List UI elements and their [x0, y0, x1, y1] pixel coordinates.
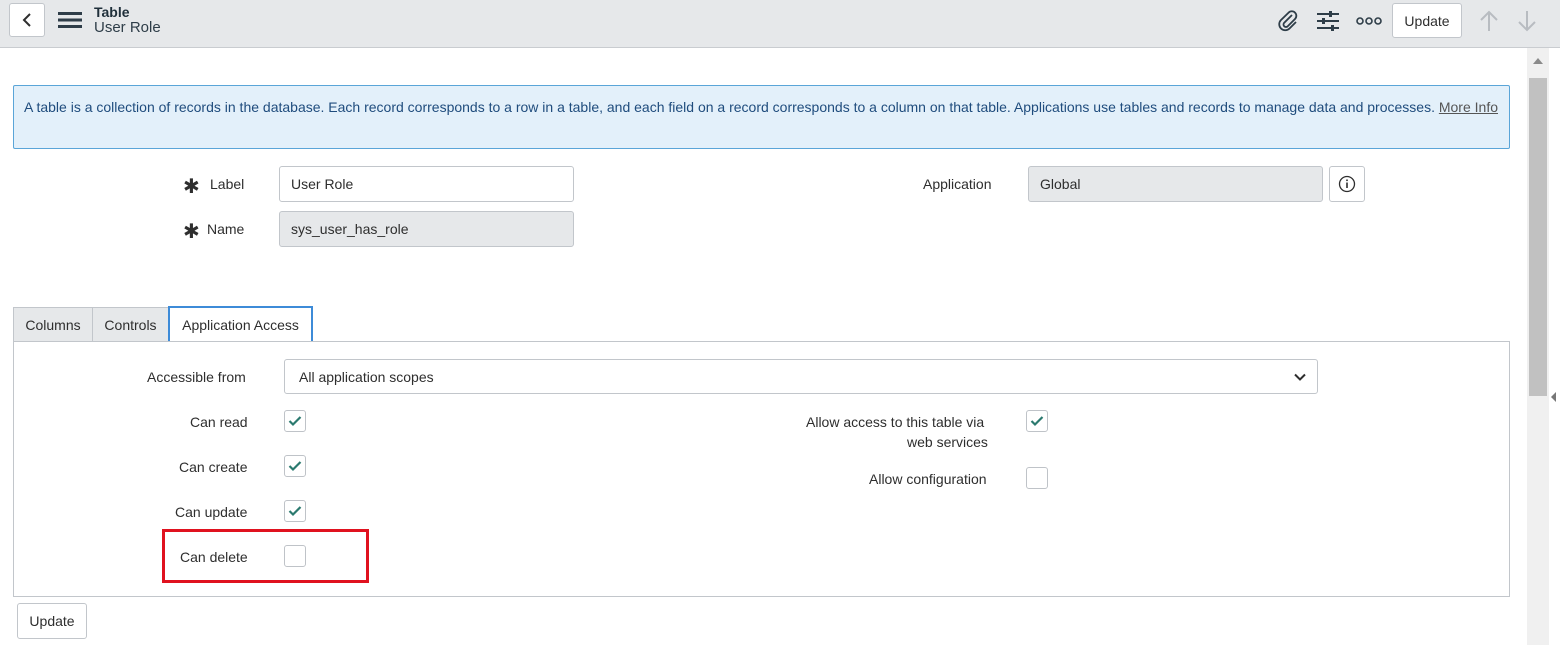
name-field-label: Name — [207, 221, 245, 237]
allow-configuration-label: Allow configuration — [869, 471, 987, 487]
highlight-box — [162, 529, 369, 583]
footer-update-button[interactable]: Update — [17, 603, 87, 639]
form-header: Table User Role Update — [0, 0, 1560, 48]
info-icon — [1338, 175, 1356, 193]
label-field-label: Label — [210, 176, 245, 192]
scroll-up-icon[interactable] — [1533, 58, 1543, 64]
mandatory-icon: ✱ — [183, 221, 200, 243]
scrollbar[interactable] — [1527, 48, 1549, 645]
check-icon — [288, 416, 302, 427]
hamburger-icon[interactable] — [58, 11, 82, 29]
application-field-label: Application — [923, 176, 992, 192]
can-read-label: Can read — [190, 414, 248, 430]
mandatory-icon: ✱ — [183, 176, 200, 198]
info-message: A table is a collection of records in th… — [13, 85, 1510, 149]
application-input: Global — [1028, 166, 1323, 202]
web-services-label-line2: web services — [907, 434, 988, 450]
accessible-from-value: All application scopes — [299, 368, 434, 385]
scroll-thumb[interactable] — [1529, 78, 1547, 396]
label-input[interactable]: User Role — [279, 166, 574, 202]
more-info-link[interactable]: More Info — [1439, 99, 1498, 115]
check-icon — [288, 506, 302, 517]
arrow-down-icon[interactable] — [1514, 8, 1540, 34]
tab-application-access[interactable]: Application Access — [168, 306, 313, 342]
tab-controls[interactable]: Controls — [92, 307, 169, 342]
web-services-label-line1: Allow access to this table via — [806, 414, 985, 430]
right-edge — [1549, 48, 1560, 645]
can-read-checkbox[interactable] — [284, 410, 306, 432]
page-title: Table — [94, 4, 130, 20]
title-block: Table User Role — [94, 4, 161, 36]
header-update-button[interactable]: Update — [1392, 3, 1462, 38]
can-create-checkbox[interactable] — [284, 455, 306, 477]
web-services-checkbox[interactable] — [1026, 410, 1048, 432]
back-icon — [22, 13, 31, 27]
sliders-icon[interactable] — [1315, 8, 1341, 34]
check-icon — [1030, 416, 1044, 427]
allow-configuration-checkbox[interactable] — [1026, 467, 1048, 489]
can-update-checkbox[interactable] — [284, 500, 306, 522]
paperclip-icon[interactable] — [1275, 8, 1301, 34]
page-subtitle: User Role — [94, 19, 161, 36]
arrow-up-icon[interactable] — [1476, 8, 1502, 34]
name-input: sys_user_has_role — [279, 211, 574, 247]
accessible-from-select[interactable]: All application scopes — [284, 359, 1318, 394]
collapse-caret-icon[interactable] — [1551, 392, 1556, 402]
back-button[interactable] — [9, 3, 45, 37]
info-text: A table is a collection of records in th… — [24, 99, 1435, 115]
application-info-button[interactable] — [1329, 166, 1365, 202]
can-update-label: Can update — [175, 504, 248, 520]
more-icon[interactable] — [1356, 8, 1382, 34]
check-icon — [288, 461, 302, 472]
accessible-from-label: Accessible from — [147, 369, 246, 385]
chevron-down-icon — [1294, 373, 1306, 381]
can-create-label: Can create — [179, 459, 248, 475]
tab-columns[interactable]: Columns — [13, 307, 93, 342]
